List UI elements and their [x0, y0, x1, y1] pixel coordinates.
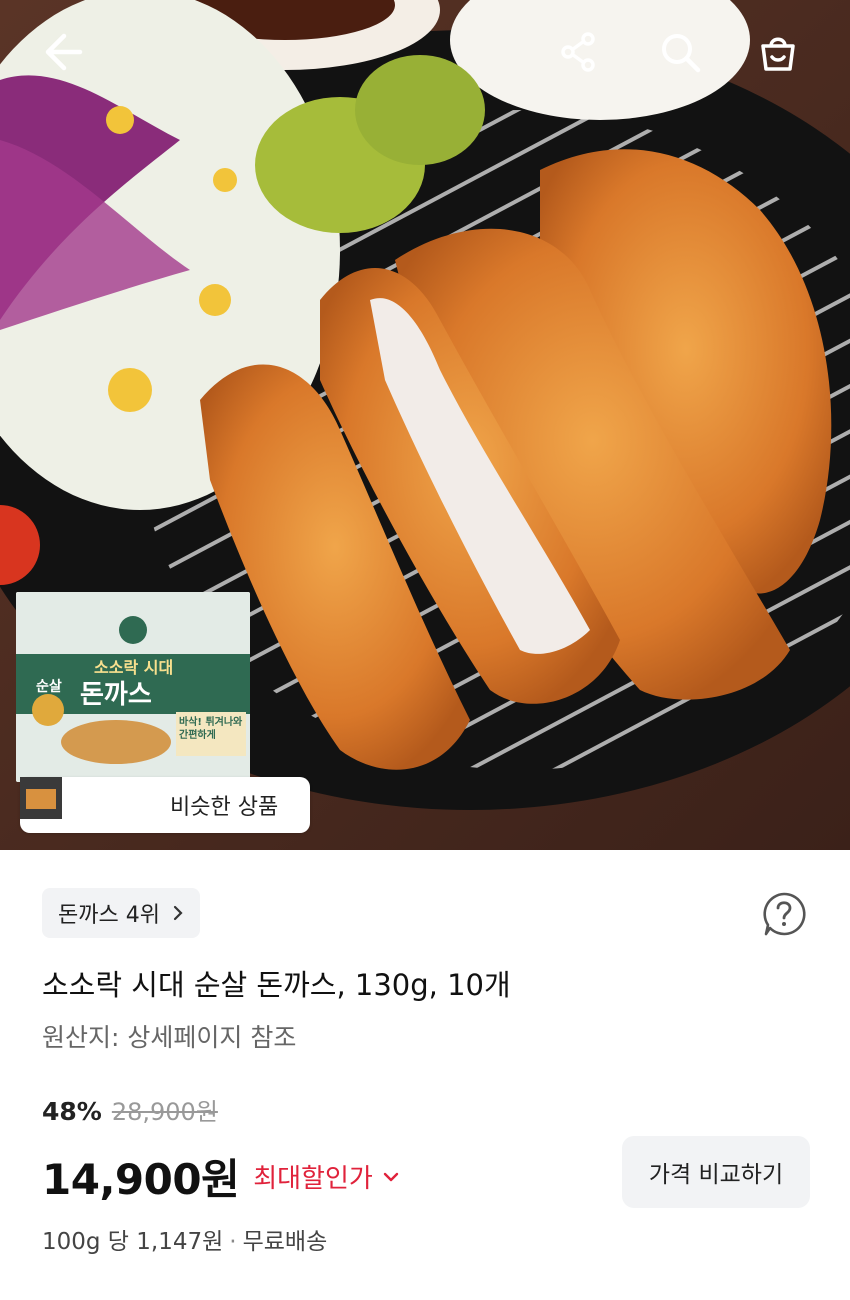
max-discount-label: 최대할인가 [253, 1164, 373, 1194]
package-badge: 바삭! 튀겨나와 간편하게 [179, 717, 243, 741]
similar-products-button[interactable]: 비슷한 상품 [20, 777, 310, 833]
cart-button[interactable] [756, 30, 812, 86]
product-info: 돈까스 4위 소소락 시대 순살 돈까스, 130g, 10개 원산지: 상세페… [0, 850, 850, 1300]
rank-label: 돈까스 4위 [58, 903, 160, 928]
discount-rate: 48% [42, 1097, 102, 1126]
help-icon[interactable] [760, 890, 808, 938]
similar-thumb-2 [20, 777, 115, 826]
category-rank-chip[interactable]: 돈까스 4위 [42, 888, 200, 938]
share-icon [561, 32, 595, 72]
search-icon [662, 34, 701, 73]
max-discount-button[interactable]: 최대할인가 [253, 1158, 399, 1195]
share-button[interactable] [556, 30, 612, 86]
package-line1: 순살 [36, 679, 62, 695]
package-name: 돈까스 [80, 680, 152, 710]
similar-products-label: 비슷한 상품 [170, 795, 279, 820]
price-compare-button[interactable]: 가격 비교하기 [622, 1136, 810, 1208]
price-row: 14,900원 최대할인가 [42, 1146, 399, 1207]
package-thumbnail[interactable]: 소소락 시대 순살 돈까스 바삭! 튀겨나와 간편하게 [16, 592, 250, 782]
unit-price-row: 100g 당 1,147원 · 무료배송 [42, 1222, 327, 1256]
search-button[interactable] [658, 30, 714, 86]
similar-thumbnails [20, 777, 160, 826]
shopping-bag-icon [761, 37, 795, 71]
chevron-down-icon [383, 1172, 399, 1181]
back-arrow-icon [45, 33, 83, 71]
chevron-right-icon [173, 905, 183, 921]
product-image-hero[interactable]: 소소락 시대 순살 돈까스 바삭! 튀겨나와 간편하게 비슷한 상품 [0, 0, 850, 850]
back-button[interactable] [40, 30, 96, 86]
discount-row: 48% 28,900원 [42, 1092, 218, 1127]
shipping-info: 무료배송 [242, 1229, 328, 1255]
product-origin: 원산지: 상세페이지 참조 [42, 1023, 297, 1052]
product-title: 소소락 시대 순살 돈까스, 130g, 10개 [42, 968, 511, 1002]
unit-price: 100g 당 1,147원 [42, 1229, 224, 1255]
original-price: 28,900원 [111, 1098, 218, 1126]
sale-price: 14,900원 [42, 1155, 240, 1204]
similar-thumb-3 [20, 777, 160, 826]
separator-dot: · [229, 1229, 237, 1255]
